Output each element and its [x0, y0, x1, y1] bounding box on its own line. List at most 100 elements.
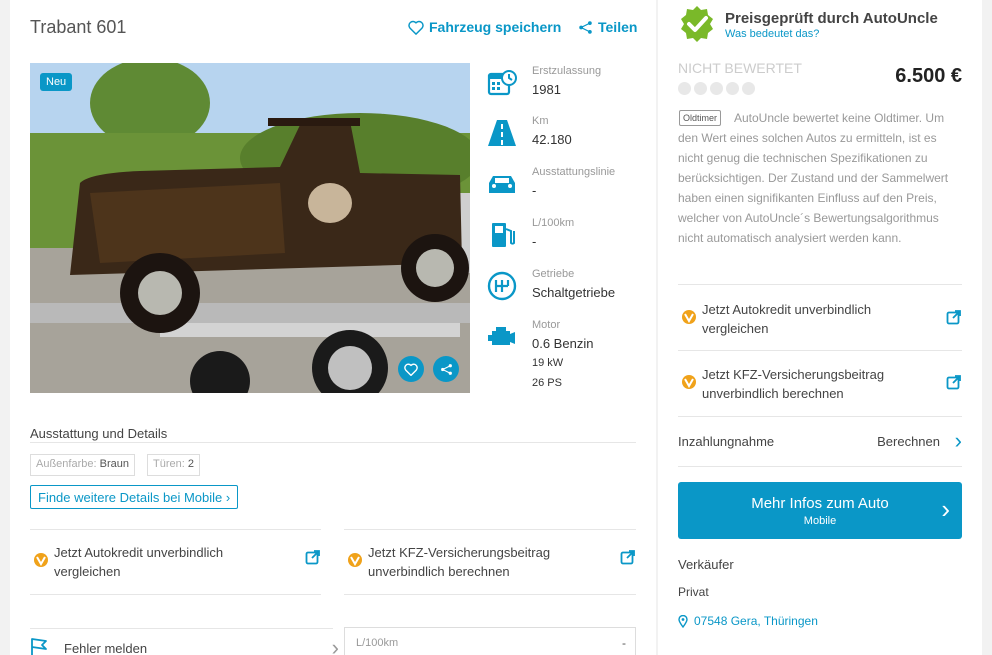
spec-label: Km [532, 115, 549, 127]
credit-promo-text: Jetzt Autokredit unverbindlich vergleich… [702, 300, 871, 338]
autouncle-logo-icon [682, 375, 696, 389]
sidebar-insurance-promo[interactable]: Jetzt KFZ-Versicherungsbeitrag unverbind… [678, 365, 962, 405]
promo-line: Jetzt KFZ-Versicherungsbeitrag [702, 367, 885, 382]
report-error-button[interactable]: Fehler melden › [30, 628, 339, 655]
promo-line: Jetzt KFZ-Versicherungsbeitrag [368, 545, 551, 560]
spec-label: Ausstattungslinie [532, 166, 616, 178]
trade-in-row[interactable]: Inzahlungnahme Berechnen › [678, 428, 962, 453]
rating-dots [678, 82, 755, 95]
rating-dot [726, 82, 739, 95]
external-link-icon[interactable] [946, 309, 962, 325]
promo-line: unverbindlich berechnen [368, 564, 510, 579]
spec-value: 42.180 [532, 132, 572, 147]
external-link-icon[interactable] [305, 549, 321, 565]
fuel-pump-icon [492, 223, 515, 247]
promo-line: Jetzt Autokredit unverbindlich [54, 545, 224, 560]
rating-label: NICHT BEWERTET [678, 60, 802, 76]
spec-engine: Motor 0.6 Benzin 19 kW 26 PS [484, 319, 654, 394]
autouncle-logo-icon [682, 310, 696, 324]
seller-heading: Verkäufer [678, 557, 734, 572]
sidebar-credit-promo[interactable]: Jetzt Autokredit unverbindlich vergleich… [678, 300, 962, 340]
tag-value: Braun [99, 458, 129, 470]
heart-icon [404, 363, 418, 376]
spec-label: Getriebe [532, 268, 575, 280]
chevron-right-icon: › [941, 494, 950, 524]
spec-value: - [532, 183, 537, 198]
credit-promo-text: Jetzt Autokredit unverbindlich vergleich… [54, 543, 223, 581]
divider [678, 466, 962, 467]
divider [30, 442, 636, 443]
rating-dot [710, 82, 723, 95]
insurance-promo[interactable]: Jetzt KFZ-Versicherungsbeitrag unverbind… [344, 543, 636, 583]
seller-location-link[interactable]: 07548 Gera, Thüringen [678, 614, 818, 628]
tag-value: 2 [187, 458, 194, 470]
seller-type: Privat [678, 585, 709, 599]
vehicle-photo-image [30, 63, 470, 393]
rating-dot [678, 82, 691, 95]
divider [678, 350, 962, 351]
divider [30, 529, 321, 530]
insurance-promo-text: Jetzt KFZ-Versicherungsbeitrag unverbind… [702, 365, 884, 403]
tag-label: Türen: [153, 458, 185, 470]
road-icon [488, 120, 516, 146]
external-link-icon[interactable] [620, 549, 636, 565]
spec-value: 0.6 Benzin [532, 336, 594, 351]
chevron-right-icon: › [954, 428, 962, 453]
rating-dot [694, 82, 707, 95]
rating-dot [742, 82, 755, 95]
more-info-source: Mobile [803, 515, 837, 527]
promo-line: vergleichen [54, 564, 121, 579]
vehicle-photo[interactable]: Neu [30, 63, 470, 393]
save-vehicle-button[interactable]: Fahrzeug speichern [408, 19, 561, 35]
share-icon [440, 363, 452, 375]
detail-tag-doors: Türen: 2 [147, 454, 200, 476]
spec-trim-line: Ausstattungslinie - [484, 166, 654, 206]
more-info-title: Mehr Infos zum Auto [751, 495, 889, 512]
listing-panel: Trabant 601 Fahrzeug speichern Teilen Ne… [10, 0, 656, 655]
external-link-icon[interactable] [946, 374, 962, 390]
tag-label: Außenfarbe: [36, 458, 97, 470]
listing-title: Trabant 601 [30, 17, 127, 37]
details-heading: Ausstattung und Details [30, 426, 168, 441]
detail-tag-color: Außenfarbe: Braun [30, 454, 135, 476]
consumption-label: L/100km [356, 637, 399, 649]
photo-favorite-button[interactable] [398, 356, 424, 382]
more-info-button[interactable]: Mehr Infos zum Auto Mobile › [678, 482, 962, 539]
car-icon [489, 176, 515, 193]
credit-promo[interactable]: Jetzt Autokredit unverbindlich vergleich… [30, 543, 322, 583]
flag-icon [31, 638, 47, 655]
divider [30, 594, 321, 595]
report-error-label: Fehler melden [64, 641, 148, 655]
more-details-button[interactable]: Finde weitere Details bei Mobile › [30, 485, 239, 509]
divider [678, 416, 962, 417]
heart-icon [408, 20, 424, 35]
trade-in-label: Inzahlungnahme [678, 434, 775, 449]
autouncle-logo-icon [34, 553, 48, 567]
gearbox-icon [487, 271, 517, 301]
more-details-label: Finde weitere Details bei Mobile [38, 490, 223, 505]
map-pin-icon [678, 614, 688, 628]
spec-consumption: L/100km - [484, 217, 654, 257]
engine-icon [488, 327, 515, 345]
promo-line: vergleichen [702, 321, 769, 336]
promo-line: Jetzt Autokredit unverbindlich [702, 302, 872, 317]
oldtimer-tag: Oldtimer [679, 110, 722, 126]
share-button[interactable]: Teilen [578, 19, 637, 35]
spec-mileage: Km 42.180 [484, 115, 654, 155]
spec-transmission: Getriebe Schaltgetriebe [484, 268, 654, 308]
chevron-right-icon: › [331, 635, 339, 655]
verified-title: Preisgeprüft durch AutoUncle [725, 10, 938, 27]
share-label: Teilen [598, 19, 638, 35]
spec-label: Motor [532, 319, 561, 331]
what-does-this-mean-link[interactable]: Was bedeutet das? [725, 28, 819, 40]
spec-power-kw: 19 kW [532, 357, 564, 369]
divider [678, 284, 962, 285]
trade-in-action: Berechnen [877, 434, 940, 449]
photo-share-button[interactable] [433, 356, 459, 382]
consumption-field: L/100km - [344, 627, 636, 655]
calendar-icon [487, 70, 517, 96]
seller-location-label: 07548 Gera, Thüringen [694, 614, 818, 628]
spec-label: L/100km [532, 217, 575, 229]
divider [344, 594, 636, 595]
autouncle-logo-icon [348, 553, 362, 567]
